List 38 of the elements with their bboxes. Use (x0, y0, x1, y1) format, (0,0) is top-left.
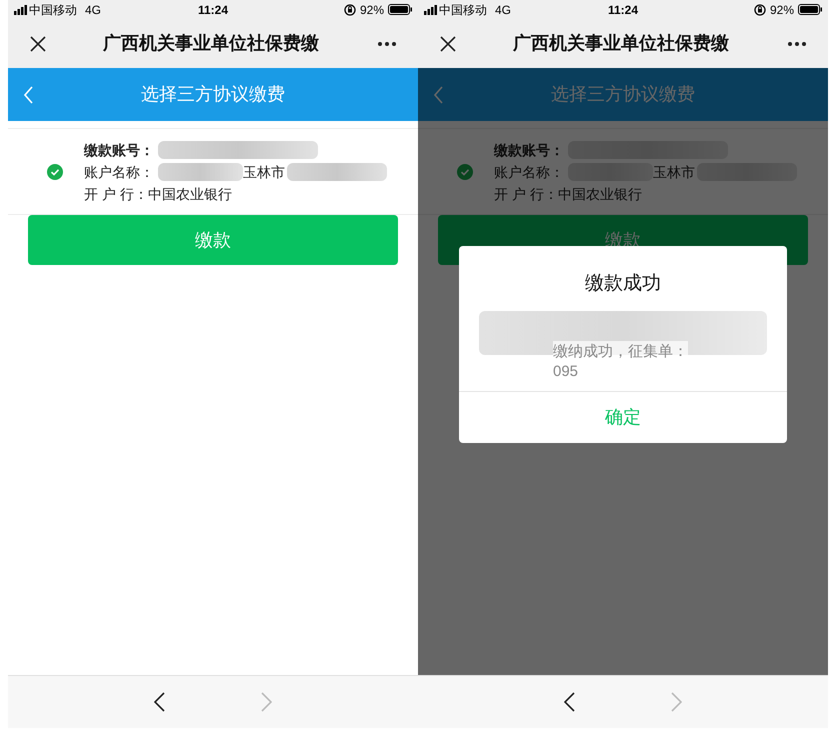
field-label: 账户名称： (84, 162, 154, 182)
confirm-button[interactable]: 确定 (459, 390, 787, 442)
field-label: 开 户 行： (84, 184, 148, 204)
battery-icon (388, 4, 412, 15)
battery-percent: 92% (770, 2, 794, 18)
field-label: 缴款账号： (494, 140, 564, 160)
header-title: 选择三方协议缴费 (141, 83, 285, 106)
field-value: 玉林市 (243, 162, 285, 182)
page-title: 广西机关事业单位社保费缴 (513, 32, 730, 55)
page-title: 广西机关事业单位社保费缴 (103, 32, 320, 55)
back-icon[interactable] (24, 86, 33, 104)
field-label: 开 户 行： (494, 184, 558, 204)
carrier-label: 中国移动 (29, 2, 77, 18)
network-label: 4G (85, 2, 102, 18)
signal-icon (14, 4, 27, 14)
rotation-lock-icon (344, 4, 356, 16)
close-icon[interactable] (440, 36, 456, 52)
time-label: 11:24 (608, 2, 638, 18)
pay-button[interactable]: 缴款 (28, 215, 398, 265)
account-card[interactable]: 缴款账号： 账户名称： 玉林市 开 户 行：中国农业银行 (8, 128, 418, 215)
field-value: 中国农业银行 (148, 184, 232, 204)
network-label: 4G (495, 2, 512, 18)
more-icon[interactable] (378, 42, 396, 46)
dialog-title: 缴款成功 (584, 272, 662, 296)
battery-icon (798, 4, 822, 15)
field-value: 玉林市 (653, 162, 695, 182)
account-card[interactable]: 缴款账号： 账户名称： 玉林市 开 户 行：中国农业银行 (418, 128, 828, 215)
more-icon[interactable] (788, 42, 806, 46)
field-value: 中国农业银行 (558, 184, 642, 204)
signal-icon (424, 4, 437, 14)
field-label: 缴款账号： (84, 140, 154, 160)
time-label: 11:24 (198, 2, 228, 18)
rotation-lock-icon (754, 4, 766, 16)
battery-percent: 92% (360, 2, 384, 18)
field-label: 账户名称： (494, 162, 564, 182)
carrier-label: 中国移动 (439, 2, 487, 18)
close-icon[interactable] (30, 36, 46, 52)
header-title: 选择三方协议缴费 (551, 83, 695, 106)
